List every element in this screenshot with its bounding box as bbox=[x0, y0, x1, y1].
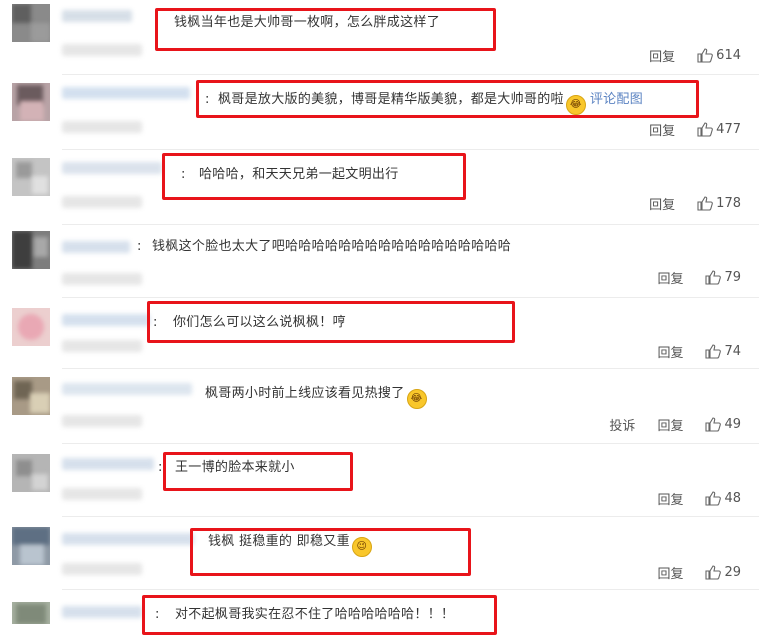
username[interactable] bbox=[62, 10, 132, 22]
username[interactable] bbox=[62, 241, 130, 253]
avatar[interactable] bbox=[12, 231, 50, 269]
colon: : bbox=[158, 460, 163, 475]
like-count: 49 bbox=[724, 417, 741, 432]
laughing-emoji-icon: 😂 bbox=[406, 389, 427, 409]
reply-button[interactable]: 回复 bbox=[657, 489, 683, 508]
highlight-box bbox=[190, 528, 471, 576]
reply-button[interactable]: 回复 bbox=[657, 268, 683, 287]
comment-actions: 回复 178 bbox=[649, 194, 741, 213]
username[interactable] bbox=[62, 314, 150, 326]
like-button[interactable]: 48 bbox=[705, 491, 741, 506]
comment-item: : 王一博的脸本来就小 回复 48 bbox=[0, 444, 769, 517]
thumbs-up-icon bbox=[697, 196, 714, 211]
like-button[interactable]: 29 bbox=[705, 565, 741, 580]
username[interactable] bbox=[62, 383, 192, 395]
thumbs-up-icon bbox=[697, 122, 714, 137]
comment-text: 钱枫这个脸也太大了吧哈哈哈哈哈哈哈哈哈哈哈哈哈哈哈哈哈 bbox=[152, 239, 512, 254]
reply-button[interactable]: 回复 bbox=[649, 46, 675, 65]
timestamp bbox=[62, 44, 142, 56]
comment-list: 钱枫当年也是大帅哥一枚啊，怎么胖成这样了 回复 614 : 枫哥是放大版的美貌，… bbox=[0, 0, 769, 635]
highlight-box bbox=[163, 452, 353, 491]
highlight-box bbox=[142, 595, 497, 635]
comment-actions: 回复 74 bbox=[657, 342, 741, 361]
like-button[interactable]: 74 bbox=[705, 344, 741, 359]
reply-button[interactable]: 回复 bbox=[649, 120, 675, 139]
avatar[interactable] bbox=[12, 4, 50, 42]
reply-button[interactable]: 回复 bbox=[649, 194, 675, 213]
username[interactable] bbox=[62, 87, 190, 99]
avatar[interactable] bbox=[12, 377, 50, 415]
avatar[interactable] bbox=[12, 602, 50, 624]
timestamp bbox=[62, 563, 142, 575]
like-count: 477 bbox=[716, 122, 741, 137]
like-button[interactable]: 79 bbox=[705, 270, 741, 285]
comment-body: 枫哥两小时前上线应该看见热搜了 bbox=[205, 386, 405, 401]
like-count: 79 bbox=[724, 270, 741, 285]
timestamp bbox=[62, 273, 142, 285]
avatar[interactable] bbox=[12, 454, 50, 492]
comment-actions: 回复 614 bbox=[649, 46, 741, 65]
comment-text: 枫哥两小时前上线应该看见热搜了 😂 bbox=[205, 385, 427, 409]
comment-actions: 投诉 回复 49 bbox=[609, 415, 741, 434]
username[interactable] bbox=[62, 458, 154, 470]
avatar[interactable] bbox=[12, 308, 50, 346]
like-button[interactable]: 477 bbox=[697, 122, 741, 137]
like-count: 29 bbox=[724, 565, 741, 580]
like-button[interactable]: 178 bbox=[697, 196, 741, 211]
avatar[interactable] bbox=[12, 527, 50, 565]
like-count: 48 bbox=[724, 491, 741, 506]
reply-button[interactable]: 回复 bbox=[657, 563, 683, 582]
comment-item: : 钱枫这个脸也太大了吧哈哈哈哈哈哈哈哈哈哈哈哈哈哈哈哈哈 回复 79 bbox=[0, 225, 769, 298]
thumbs-up-icon bbox=[705, 344, 722, 359]
thumbs-up-icon bbox=[705, 417, 722, 432]
highlight-box bbox=[196, 80, 699, 118]
reply-button[interactable]: 回复 bbox=[657, 342, 683, 361]
thumbs-up-icon bbox=[697, 48, 714, 63]
highlight-box bbox=[155, 8, 496, 51]
avatar[interactable] bbox=[12, 83, 50, 121]
like-count: 178 bbox=[716, 196, 741, 211]
comment-actions: 回复 477 bbox=[649, 120, 741, 139]
report-button[interactable]: 投诉 bbox=[609, 415, 635, 434]
highlight-box bbox=[162, 153, 466, 200]
like-count: 74 bbox=[724, 344, 741, 359]
colon: : bbox=[137, 239, 142, 254]
username[interactable] bbox=[62, 162, 162, 174]
comment-actions: 回复 29 bbox=[657, 563, 741, 582]
comment-actions: 回复 79 bbox=[657, 268, 741, 287]
timestamp bbox=[62, 121, 142, 133]
thumbs-up-icon bbox=[705, 565, 722, 580]
timestamp bbox=[62, 196, 142, 208]
username[interactable] bbox=[62, 606, 142, 618]
thumbs-up-icon bbox=[705, 270, 722, 285]
comment-actions: 回复 48 bbox=[657, 489, 741, 508]
highlight-box bbox=[147, 301, 515, 343]
reply-button[interactable]: 回复 bbox=[657, 415, 683, 434]
like-button[interactable]: 49 bbox=[705, 417, 741, 432]
timestamp bbox=[62, 340, 142, 352]
like-button[interactable]: 614 bbox=[697, 48, 741, 63]
timestamp bbox=[62, 488, 142, 500]
like-count: 614 bbox=[716, 48, 741, 63]
comment-item: 枫哥两小时前上线应该看见热搜了 😂 投诉 回复 49 bbox=[0, 369, 769, 444]
username[interactable] bbox=[62, 533, 194, 545]
thumbs-up-icon bbox=[705, 491, 722, 506]
timestamp bbox=[62, 415, 142, 427]
avatar[interactable] bbox=[12, 158, 50, 196]
